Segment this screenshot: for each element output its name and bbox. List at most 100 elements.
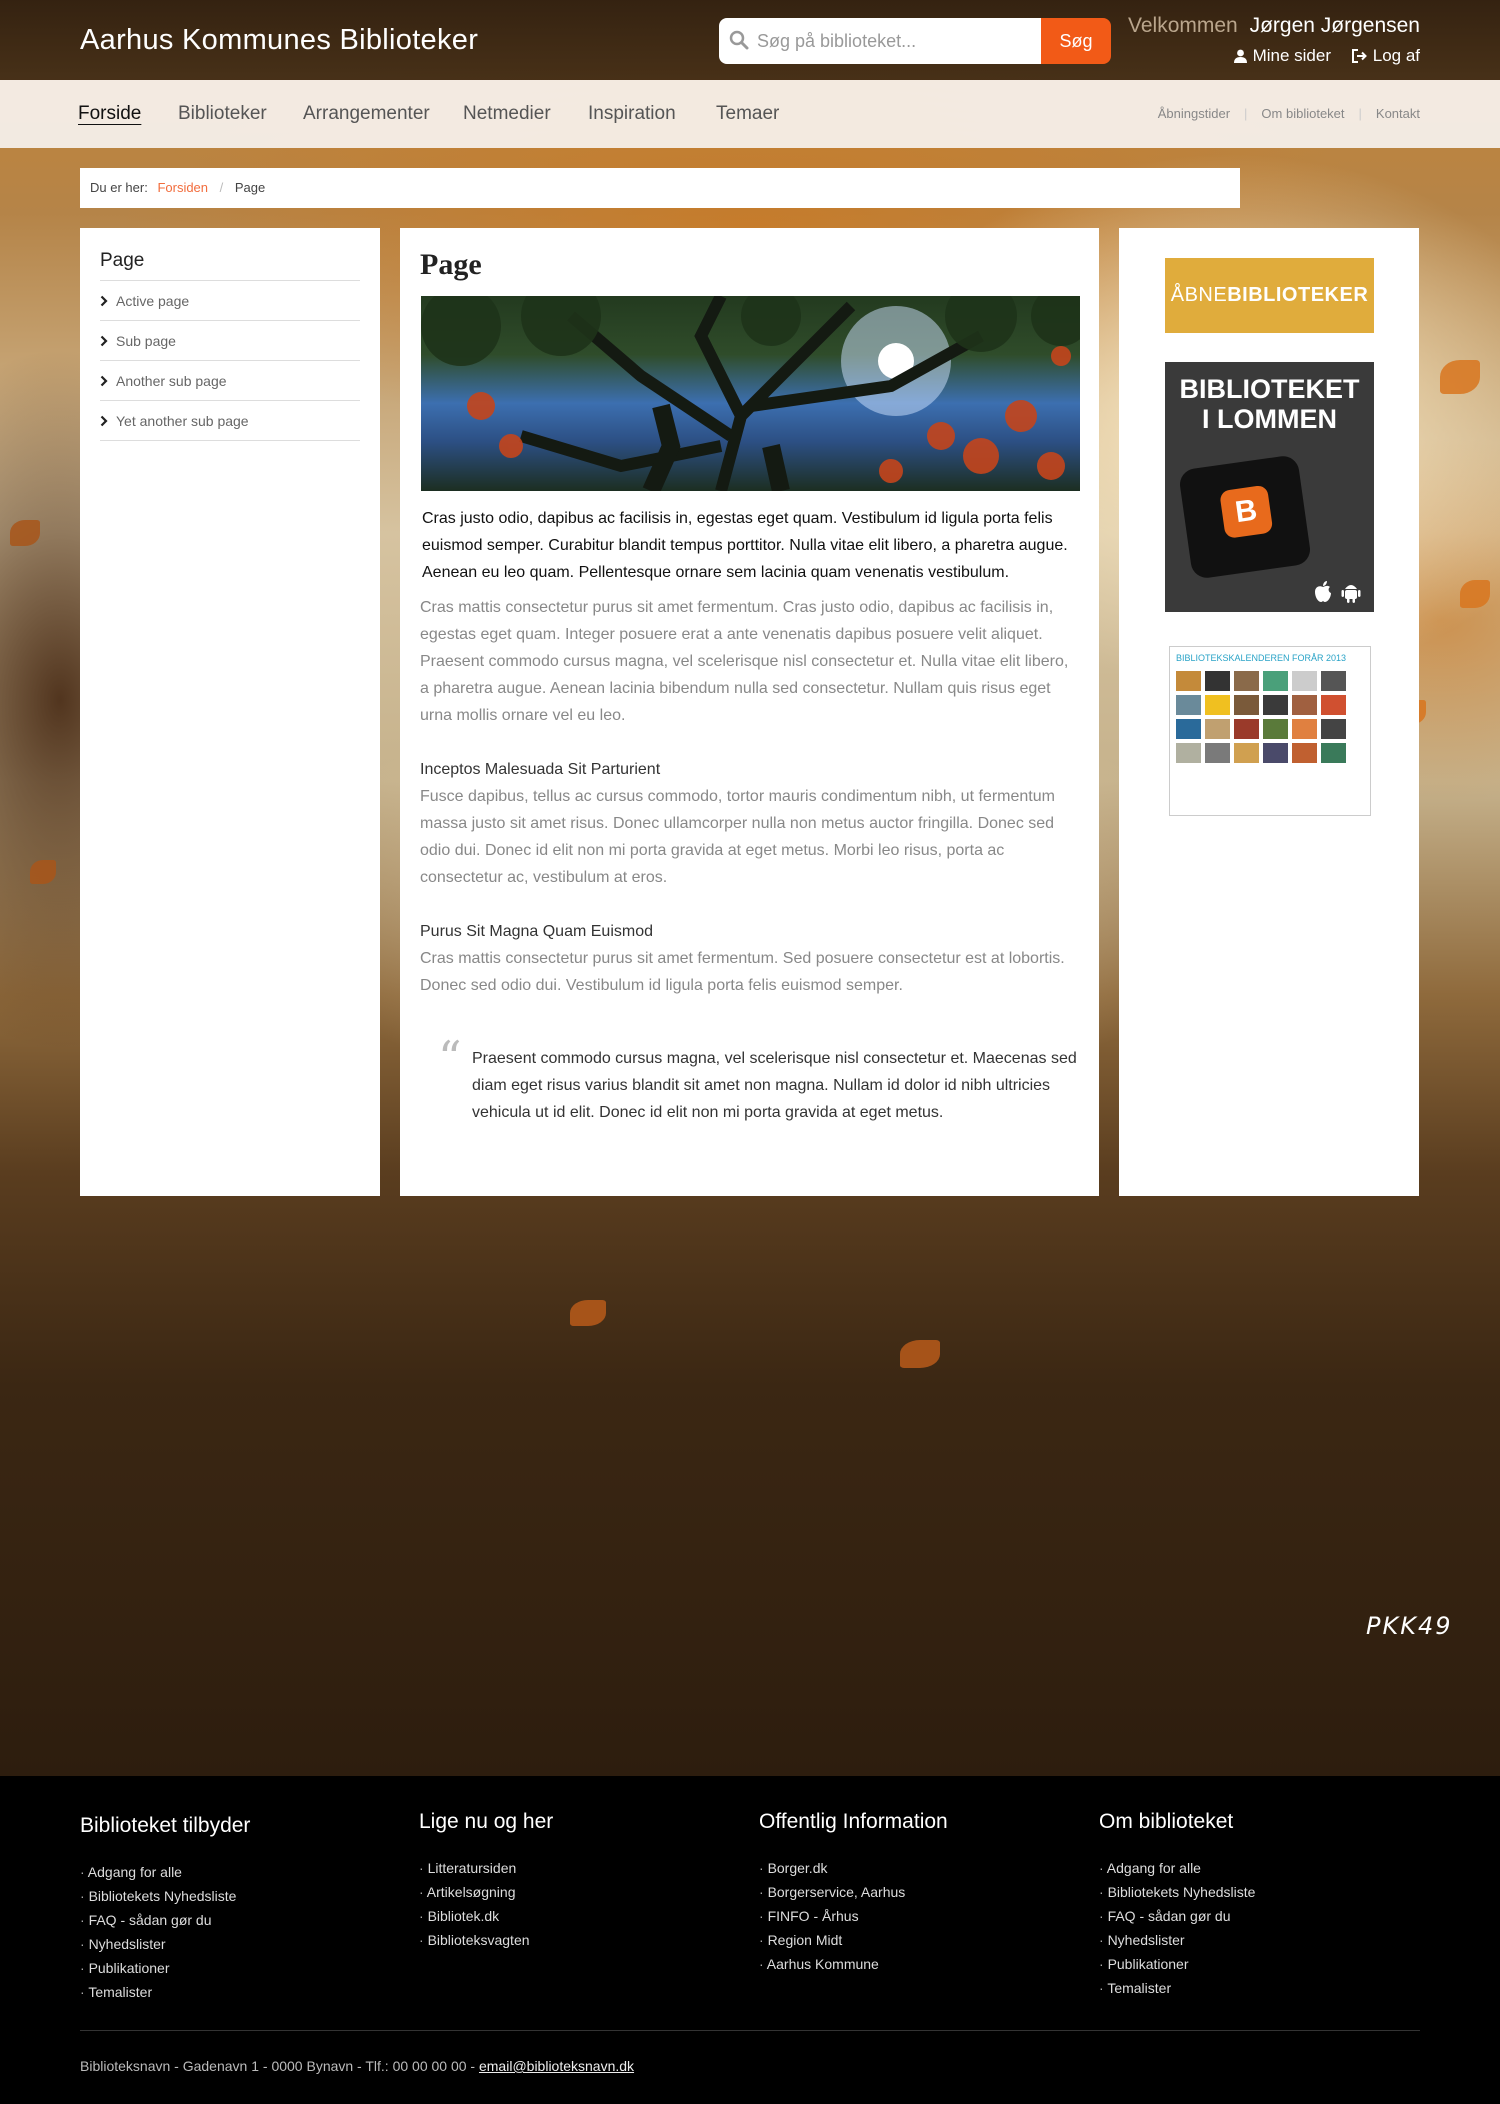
my-pages-link[interactable]: Mine sider xyxy=(1233,46,1331,66)
calendar-thumbnail xyxy=(1263,743,1288,763)
sidebar-title[interactable]: Page xyxy=(100,248,360,281)
footer-link[interactable]: Bibliotekets Nyhedsliste xyxy=(80,1884,380,1908)
utility-links: Åbningstider | Om biblioteket | Kontakt xyxy=(1158,106,1420,121)
search-icon xyxy=(729,30,749,50)
footer-link[interactable]: FAQ - sådan gør du xyxy=(80,1908,380,1932)
platform-icons xyxy=(1312,580,1362,604)
phone-image: B xyxy=(1177,454,1313,580)
library-in-pocket-banner[interactable]: BIBLIOTEKET I LOMMEN B xyxy=(1165,362,1374,612)
footer-link[interactable]: Bibliotek.dk xyxy=(419,1904,719,1928)
util-link-contact[interactable]: Kontakt xyxy=(1376,106,1420,121)
footer-divider xyxy=(80,2030,1420,2031)
tree-photo xyxy=(421,296,1080,491)
email-link[interactable]: email@biblioteksnavn.dk xyxy=(479,2058,634,2074)
nav-item-biblioteker[interactable]: Biblioteker xyxy=(178,103,267,125)
footer-link[interactable]: Biblioteksvagten xyxy=(419,1928,719,1952)
calendar-thumbnail xyxy=(1234,695,1259,715)
nav-item-arrangementer[interactable]: Arrangementer xyxy=(303,103,430,125)
calendar-thumbnail xyxy=(1321,719,1346,739)
footer-address: Biblioteksnavn - Gadenavn 1 - 0000 Bynav… xyxy=(80,2058,634,2074)
footer-link[interactable]: Region Midt xyxy=(759,1928,1059,1952)
breadcrumb-separator: / xyxy=(219,180,224,195)
calendar-title: BIBLIOTEKSKALENDEREN FORÅR 2013 xyxy=(1176,653,1347,663)
sidebar-item-another-sub-page[interactable]: Another sub page xyxy=(100,361,360,401)
calendar-thumbnail xyxy=(1234,719,1259,739)
calendar-thumbnail xyxy=(1234,743,1259,763)
logout-link[interactable]: Log af xyxy=(1351,46,1420,66)
footer-link[interactable]: Temalister xyxy=(80,1980,380,2004)
footer-link[interactable]: Adgang for alle xyxy=(80,1860,380,1884)
footer-link[interactable]: Litteratursiden xyxy=(419,1856,719,1880)
user-links: Mine sider Log af xyxy=(1218,46,1420,68)
footer-link[interactable]: FINFO - Århus xyxy=(759,1904,1059,1928)
footer-link[interactable]: FAQ - sådan gør du xyxy=(1099,1904,1399,1928)
footer-column: Om biblioteket Adgang for alle Bibliotek… xyxy=(1099,1810,1399,2000)
calendar-thumbnail xyxy=(1176,695,1201,715)
footer-link[interactable]: Nyhedslister xyxy=(80,1932,380,1956)
footer-link[interactable]: Aarhus Kommune xyxy=(759,1952,1059,1976)
calendar-thumbnail xyxy=(1176,719,1201,739)
app-icon: B xyxy=(1219,484,1274,539)
calendar-thumbnail xyxy=(1263,719,1288,739)
footer-link[interactable]: Publikationer xyxy=(1099,1952,1399,1976)
open-libraries-light: ÅBNE xyxy=(1170,284,1228,306)
footer-column-title: Lige nu og her xyxy=(419,1810,554,1833)
nav-item-forside[interactable]: Forside xyxy=(78,103,141,125)
footer-column: Lige nu og her Litteratursiden Artikelsø… xyxy=(419,1810,719,1952)
calendar-thumbnail xyxy=(1205,719,1230,739)
nav-item-inspiration[interactable]: Inspiration xyxy=(588,103,676,125)
main-navigation: Forside Biblioteker Arrangementer Netmed… xyxy=(0,80,1500,148)
breadcrumb-home-link[interactable]: Forsiden xyxy=(157,180,208,195)
open-libraries-bold: BIBLIOTEKER xyxy=(1227,284,1369,306)
chevron-right-icon xyxy=(100,335,108,346)
footer-column: Biblioteket tilbyder Adgang for alle Bib… xyxy=(80,1814,380,2004)
sidebar-item-active-page[interactable]: Active page xyxy=(100,281,360,321)
sidebar-item-label: Active page xyxy=(116,292,190,309)
sidebar-item-label: Sub page xyxy=(116,332,176,349)
pocket-title: BIBLIOTEKET I LOMMEN xyxy=(1165,374,1374,434)
pocket-title-line: I LOMMEN xyxy=(1202,404,1337,434)
calendar-thumbnail xyxy=(1292,671,1317,691)
footer-column-title: Offentlig Information xyxy=(759,1810,948,1833)
page-title: Page xyxy=(420,248,482,281)
open-libraries-banner[interactable]: ÅBNE BIBLIOTEKER xyxy=(1165,258,1374,333)
body-paragraph: Fusce dapibus, tellus ac cursus commodo,… xyxy=(420,788,1055,886)
footer-link[interactable]: Publikationer xyxy=(80,1956,380,1980)
sidebar-item-yet-another-sub-page[interactable]: Yet another sub page xyxy=(100,401,360,441)
footer-link[interactable]: Temalister xyxy=(1099,1976,1399,2000)
footer-link[interactable]: Artikelsøgning xyxy=(419,1880,719,1904)
nav-item-netmedier[interactable]: Netmedier xyxy=(463,103,551,125)
footer-link[interactable]: Bibliotekets Nyhedsliste xyxy=(1099,1880,1399,1904)
sidebar-item-label: Another sub page xyxy=(116,372,227,389)
calendar-thumbnail xyxy=(1234,671,1259,691)
leaf-decoration xyxy=(900,1340,940,1368)
hero-image xyxy=(421,296,1080,491)
user-icon xyxy=(1233,49,1247,63)
calendar-thumbnail-grid xyxy=(1176,671,1364,763)
calendar-thumbnail xyxy=(1321,671,1346,691)
util-link-opening-hours[interactable]: Åbningstider xyxy=(1158,106,1230,121)
footer-link[interactable]: Nyhedslister xyxy=(1099,1928,1399,1952)
footer-link[interactable]: Adgang for alle xyxy=(1099,1856,1399,1880)
footer-link[interactable]: Borgerservice, Aarhus xyxy=(759,1880,1059,1904)
footer-link[interactable]: Borger.dk xyxy=(759,1856,1059,1880)
calendar-thumbnail xyxy=(1205,695,1230,715)
search-button[interactable]: Søg xyxy=(1041,18,1111,64)
sidebar-item-sub-page[interactable]: Sub page xyxy=(100,321,360,361)
footer-column-title: Biblioteket tilbyder xyxy=(80,1814,251,1837)
quote-icon: “ xyxy=(438,1031,462,1085)
user-name[interactable]: Jørgen Jørgensen xyxy=(1250,14,1420,37)
promo-panel: ÅBNEBIBLIOTEKER BIBLIOTEKET I LOMMEN B xyxy=(1119,228,1419,1196)
breadcrumb-current: Page xyxy=(234,180,266,195)
breadcrumb: Du er her: Forsiden / Page xyxy=(80,168,1240,208)
nav-item-temaer[interactable]: Temaer xyxy=(716,103,779,125)
sidebar-panel: Page Active page Sub page Another sub pa… xyxy=(80,228,380,1196)
body-paragraph: Cras mattis consectetur purus sit amet f… xyxy=(420,599,1069,724)
sign-out-icon xyxy=(1351,49,1367,63)
breadcrumb-label: Du er her: xyxy=(90,180,148,195)
search-input[interactable] xyxy=(719,18,1041,64)
util-link-about[interactable]: Om biblioteket xyxy=(1261,106,1344,121)
site-title[interactable]: Aarhus Kommunes Biblioteker xyxy=(80,24,478,57)
library-calendar-banner[interactable]: BIBLIOTEKSKALENDEREN FORÅR 2013 xyxy=(1169,646,1371,816)
leaf-decoration xyxy=(30,860,56,884)
